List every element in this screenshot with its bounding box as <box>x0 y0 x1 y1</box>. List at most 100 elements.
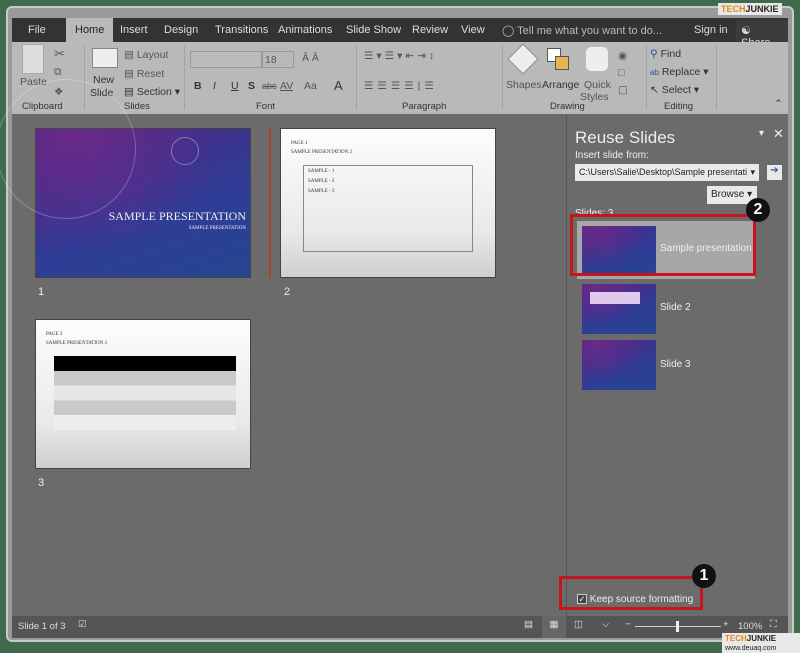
grow-font-icon[interactable]: Â Ǎ <box>302 52 319 64</box>
group-font: Font <box>256 101 276 112</box>
path-input[interactable]: C:\Users\Salie\Desktop\Sample presentati… <box>575 164 759 181</box>
strikethrough-button[interactable]: abc <box>262 81 277 91</box>
bold-button[interactable]: B <box>194 80 202 92</box>
slide-3-heading: PAGE 2 <box>46 332 63 337</box>
insertion-marker <box>269 128 271 278</box>
slide-thumbnail-3[interactable]: PAGE 2 SAMPLE PRESENTATION 3 <box>35 319 251 469</box>
slide-sorter-view-icon[interactable]: ▦ <box>542 616 566 638</box>
spell-check-icon[interactable]: ☑ <box>78 619 87 630</box>
reuse-item-3[interactable]: Slide 3 <box>577 340 755 394</box>
insert-from-label: Insert slide from: <box>575 150 649 161</box>
pane-title: Reuse Slides <box>575 128 676 147</box>
techjunkie-logo-top: TECHJUNKIE <box>718 3 782 15</box>
zoom-level[interactable]: 100% <box>738 621 762 632</box>
copy-icon[interactable]: ⧉ <box>54 66 62 79</box>
group-editing: Editing <box>664 101 694 112</box>
magnifier-icon: ⚲ <box>650 48 658 60</box>
tab-animations[interactable]: Animations <box>278 24 332 36</box>
select-button[interactable]: ↖ Select ▾ <box>650 84 699 96</box>
font-size-box[interactable]: 18 <box>262 51 294 68</box>
highlight-box-2 <box>570 214 756 276</box>
zoom-slider-thumb[interactable] <box>676 621 679 632</box>
font-name-box[interactable] <box>190 51 262 68</box>
reuse-item-2[interactable]: Slide 2 <box>577 282 755 336</box>
fit-to-window-icon[interactable]: ⛶ <box>770 619 777 630</box>
font-color-button[interactable]: A <box>334 78 343 93</box>
close-icon[interactable]: ✕ <box>773 126 784 142</box>
collapse-ribbon-icon[interactable]: ⌃ <box>774 98 783 110</box>
slideshow-view-icon[interactable]: ⌵ <box>602 619 609 630</box>
paste-icon[interactable] <box>22 44 44 74</box>
find-label: Find <box>660 48 682 60</box>
slide-3-title: SAMPLE PRESENTATION 3 <box>46 341 107 346</box>
italic-button[interactable]: I <box>213 80 216 92</box>
tab-review[interactable]: Review <box>412 24 448 36</box>
reset-button[interactable]: ▤ Reset <box>124 68 164 80</box>
shape-format-icons[interactable]: ◉ □ ▢ <box>618 48 628 99</box>
sign-in-link[interactable]: Sign in <box>694 24 728 36</box>
person-icon: ☯ <box>741 25 751 37</box>
reuse-item-3-label: Slide 3 <box>660 359 691 370</box>
slide-3-table <box>54 356 236 430</box>
quick-styles-icon[interactable] <box>586 47 608 71</box>
ribbon: Paste ✂ ⧉ ❖ Clipboard New Slide ▤ Layout… <box>12 42 788 114</box>
status-bar: Slide 1 of 3 ☑ ▤ ▦ ◫ ⌵ − + 100% ⛶ <box>12 616 788 638</box>
chevron-down-icon[interactable]: ▾ <box>750 167 755 178</box>
tab-slide-show[interactable]: Slide Show <box>346 24 401 36</box>
logo-brand-a: TECH <box>725 634 747 643</box>
group-slides: Slides <box>124 101 150 112</box>
arrange-button[interactable]: Arrange <box>542 79 579 91</box>
quick-styles-button[interactable]: Quick <box>584 79 611 91</box>
techjunkie-logo-bottom: TECHJUNKIE www.deuaq.com <box>722 633 800 653</box>
zoom-in-button[interactable]: + <box>723 619 729 630</box>
reuse-item-2-label: Slide 2 <box>660 302 691 313</box>
go-arrow-button[interactable]: ➔ <box>767 165 782 180</box>
tab-home[interactable]: Home <box>66 18 114 42</box>
tab-transitions[interactable]: Transitions <box>215 24 268 36</box>
tab-file[interactable]: File <box>28 24 46 36</box>
zoom-out-button[interactable]: − <box>625 619 631 630</box>
shapes-button[interactable]: Shapes <box>506 79 542 91</box>
underline-button[interactable]: U <box>231 80 239 92</box>
change-case-button[interactable]: Aa <box>304 80 317 92</box>
replace-icon: ab <box>650 68 659 77</box>
slide-2-title: SAMPLE PRESENTATION 2 <box>291 150 352 155</box>
logo-brand-b: JUNKIE <box>746 634 777 643</box>
find-button[interactable]: ⚲ Find <box>650 48 681 60</box>
slide-number-3: 3 <box>38 477 45 489</box>
group-paragraph: Paragraph <box>402 101 447 112</box>
layout-label: Layout <box>136 49 169 61</box>
slide-number-2: 2 <box>284 286 291 298</box>
slide-thumbnail-2[interactable]: PAGE 1 SAMPLE PRESENTATION 2 SAMPLE - 1 … <box>280 128 496 278</box>
normal-view-icon[interactable]: ▤ <box>524 619 533 630</box>
list-icons[interactable]: ☰▾☰▾⇤⇥↕ <box>364 50 437 62</box>
tell-me-box[interactable]: ◯ Tell me what you want to do... <box>502 24 662 37</box>
slide-2-content-box: SAMPLE - 1 SAMPLE - 2 SAMPLE - 3 <box>303 165 473 252</box>
tell-me-text: Tell me what you want to do... <box>517 25 663 37</box>
replace-button[interactable]: ab Replace ▾ <box>650 66 709 78</box>
logo-brand-a: TECH <box>721 4 746 14</box>
watermark-url: www.deuaq.com <box>725 645 777 652</box>
tab-view[interactable]: View <box>461 24 485 36</box>
new-slide-icon[interactable] <box>92 48 118 68</box>
reading-view-icon[interactable]: ◫ <box>574 619 583 630</box>
tab-insert[interactable]: Insert <box>120 24 148 36</box>
shadow-button[interactable]: S <box>248 80 255 92</box>
cursor-icon: ↖ <box>650 84 659 96</box>
shapes-icon[interactable] <box>507 43 539 75</box>
slide-2-bullet: SAMPLE - 2 <box>308 179 335 184</box>
spacing-button[interactable]: AV <box>280 80 293 92</box>
slide-1-title: SAMPLE PRESENTATION <box>108 209 246 223</box>
new-slide-button[interactable]: New <box>93 74 114 86</box>
slide-thumbnail-1[interactable]: SAMPLE PRESENTATION SAMPLE PRESENTATION <box>0 79 251 278</box>
logo-brand-b: JUNKIE <box>745 4 779 14</box>
align-icons[interactable]: ☰☰☰☰|☰ <box>364 80 438 92</box>
cut-icon[interactable]: ✂ <box>54 46 65 62</box>
group-drawing: Drawing <box>550 101 585 112</box>
section-button[interactable]: ▤ Section ▾ <box>124 86 180 98</box>
tab-design[interactable]: Design <box>164 24 198 36</box>
step-badge-1: 1 <box>692 564 716 588</box>
highlight-box-1 <box>559 576 703 610</box>
pane-options-icon[interactable]: ▾ <box>759 128 764 139</box>
layout-button[interactable]: ▤ Layout <box>124 49 168 61</box>
